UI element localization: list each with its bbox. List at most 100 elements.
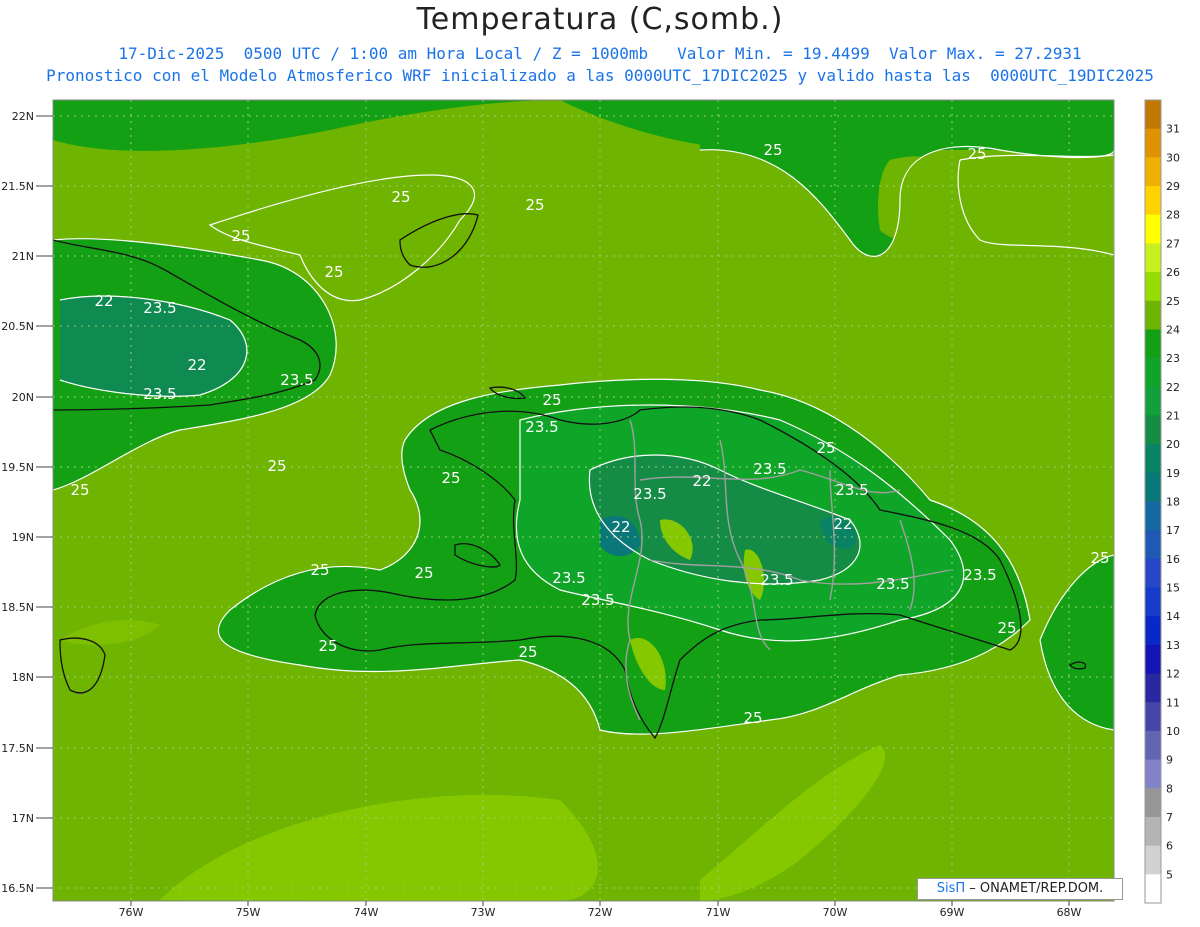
colorbar-swatch <box>1145 329 1161 359</box>
lon-label: 70W <box>823 906 848 919</box>
lat-label: 20N <box>12 391 34 404</box>
colorbar-label: 9 <box>1166 754 1173 767</box>
lon-label: 68W <box>1057 906 1082 919</box>
colorbar-label: 31 <box>1166 123 1180 136</box>
contour-label: 22 <box>692 472 711 490</box>
colorbar-swatch <box>1145 214 1161 244</box>
contour-label: 25 <box>231 227 250 245</box>
colorbar-label: 24 <box>1166 323 1180 336</box>
colorbar-label: 17 <box>1166 524 1180 537</box>
colorbar: 31 30 29 28 27 26 25 24 23 22 21 20 19 18 17 16 15 14 13 12… <box>1144 99 1180 904</box>
lon-label: 72W <box>588 906 613 919</box>
colorbar-swatch <box>1145 558 1161 589</box>
contour-label: 23.5 <box>143 299 176 317</box>
contour-label: 25 <box>743 709 762 727</box>
credit-text: – ONAMET/REP.DOM. <box>969 881 1104 896</box>
colorbar-label: 12 <box>1166 668 1180 681</box>
contour-label: 25 <box>1090 549 1109 567</box>
contour-label: 23.5 <box>581 591 614 609</box>
colorbar-label: 15 <box>1166 582 1180 595</box>
colorbar-label: 27 <box>1166 237 1180 250</box>
contour-label: 25 <box>816 439 835 457</box>
colorbar-swatch <box>1145 845 1161 875</box>
contour-label: 25 <box>310 561 329 579</box>
contour-label: 25 <box>318 637 337 655</box>
colorbar-label: 28 <box>1166 209 1180 222</box>
colorbar-swatch <box>1145 157 1161 187</box>
warm-ne-patch2 <box>958 155 1114 255</box>
colorbar-swatch <box>1145 128 1161 158</box>
colorbar-label: 16 <box>1166 553 1180 566</box>
lat-label: 17N <box>12 812 34 825</box>
colorbar-swatch <box>1145 788 1161 818</box>
contour-label: 23.5 <box>753 460 786 478</box>
colorbar-swatch <box>1145 300 1161 330</box>
colorbar-swatch <box>1145 444 1161 474</box>
colorbar-label: 23 <box>1166 352 1180 365</box>
contour-label: 25 <box>997 619 1016 637</box>
colorbar-swatch <box>1145 616 1161 646</box>
lon-label: 74W <box>354 906 379 919</box>
lat-label: 22N <box>12 110 34 123</box>
lon-label: 76W <box>119 906 144 919</box>
colorbar-swatch <box>1145 759 1161 789</box>
contour-label: 25 <box>391 188 410 206</box>
contour-label: 23.5 <box>280 371 313 389</box>
lat-axis: 22N 21.5N 21N 20.5N 20N 19.5N 19N 18.5N 18N 17.5N… <box>1 110 53 895</box>
colorbar-swatch <box>1145 243 1161 273</box>
contour-label: 25 <box>525 196 544 214</box>
colorbar-label: 6 <box>1166 840 1173 853</box>
colorbar-label: 18 <box>1166 496 1180 509</box>
colorbar-swatch <box>1145 874 1161 904</box>
colorbar-swatch <box>1145 272 1161 302</box>
lat-label: 16.5N <box>1 882 34 895</box>
credit-brand: SisΠ <box>936 881 966 896</box>
lon-label: 71W <box>706 906 731 919</box>
contour-label: 25 <box>324 263 343 281</box>
lat-label: 19N <box>12 531 34 544</box>
contour-label: 25 <box>763 141 782 159</box>
lon-label: 75W <box>236 906 261 919</box>
colorbar-label: 5 <box>1166 868 1173 881</box>
colorbar-label: 14 <box>1166 610 1180 623</box>
colorbar-swatch <box>1145 530 1161 560</box>
colorbar-label: 22 <box>1166 381 1180 394</box>
contour-label: 23.5 <box>633 485 666 503</box>
colorbar-swatch <box>1145 386 1161 416</box>
colorbar-swatch <box>1145 702 1161 732</box>
lat-label: 19.5N <box>1 461 34 474</box>
lat-label: 21.5N <box>1 180 34 193</box>
colorbar-swatch <box>1145 644 1161 675</box>
contour-label: 25 <box>967 145 986 163</box>
colorbar-swatch <box>1145 501 1161 531</box>
colorbar-label: 11 <box>1166 696 1180 709</box>
colorbar-swatch <box>1145 472 1161 502</box>
credit-box: SisΠ – ONAMET/REP.DOM. <box>917 878 1123 900</box>
colorbar-swatch <box>1145 673 1161 703</box>
contour-label: 22 <box>94 292 113 310</box>
colorbar-label: 10 <box>1166 725 1180 738</box>
colorbar-swatch <box>1145 186 1161 216</box>
contour-label: 23.5 <box>835 481 868 499</box>
lat-label: 21N <box>12 250 34 263</box>
colorbar-label: 7 <box>1166 811 1173 824</box>
colorbar-swatch <box>1145 816 1161 847</box>
colorbar-label: 20 <box>1166 438 1180 451</box>
lon-label: 73W <box>471 906 496 919</box>
colorbar-label: 30 <box>1166 151 1180 164</box>
contour-label: 22 <box>187 356 206 374</box>
contour-label: 25 <box>70 481 89 499</box>
colorbar-label: 21 <box>1166 409 1180 422</box>
contour-label: 25 <box>267 457 286 475</box>
colorbar-label: 25 <box>1166 295 1180 308</box>
lon-label: 69W <box>940 906 965 919</box>
contour-label: 22 <box>611 518 630 536</box>
contour-label: 25 <box>518 643 537 661</box>
colorbar-swatch <box>1145 358 1161 388</box>
colorbar-swatch <box>1145 100 1161 130</box>
lat-label: 18N <box>12 671 34 684</box>
colorbar-swatch <box>1145 415 1161 445</box>
map-svg: 22N 21.5N 21N 20.5N 20N 19.5N 19N 18.5N 18N 17.5N… <box>1 99 1180 919</box>
colorbar-swatch <box>1145 730 1161 761</box>
map-area <box>53 100 1114 901</box>
